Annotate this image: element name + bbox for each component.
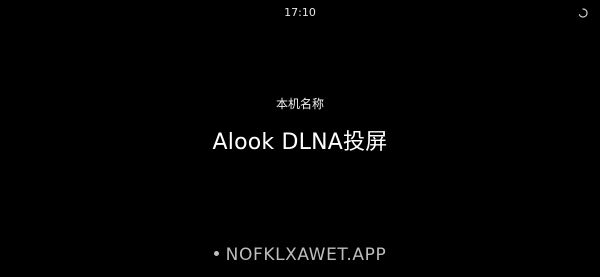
dlna-receiver-screen: 本机名称 Alook DLNA投屏 (0, 0, 600, 277)
watermark: NOFKLXAWET.APP (0, 245, 600, 265)
watermark-text: NOFKLXAWET.APP (225, 245, 387, 265)
device-name-label: 本机名称 (275, 97, 324, 111)
bullet-dot-icon (213, 250, 219, 256)
device-name: Alook DLNA投屏 (212, 130, 388, 155)
